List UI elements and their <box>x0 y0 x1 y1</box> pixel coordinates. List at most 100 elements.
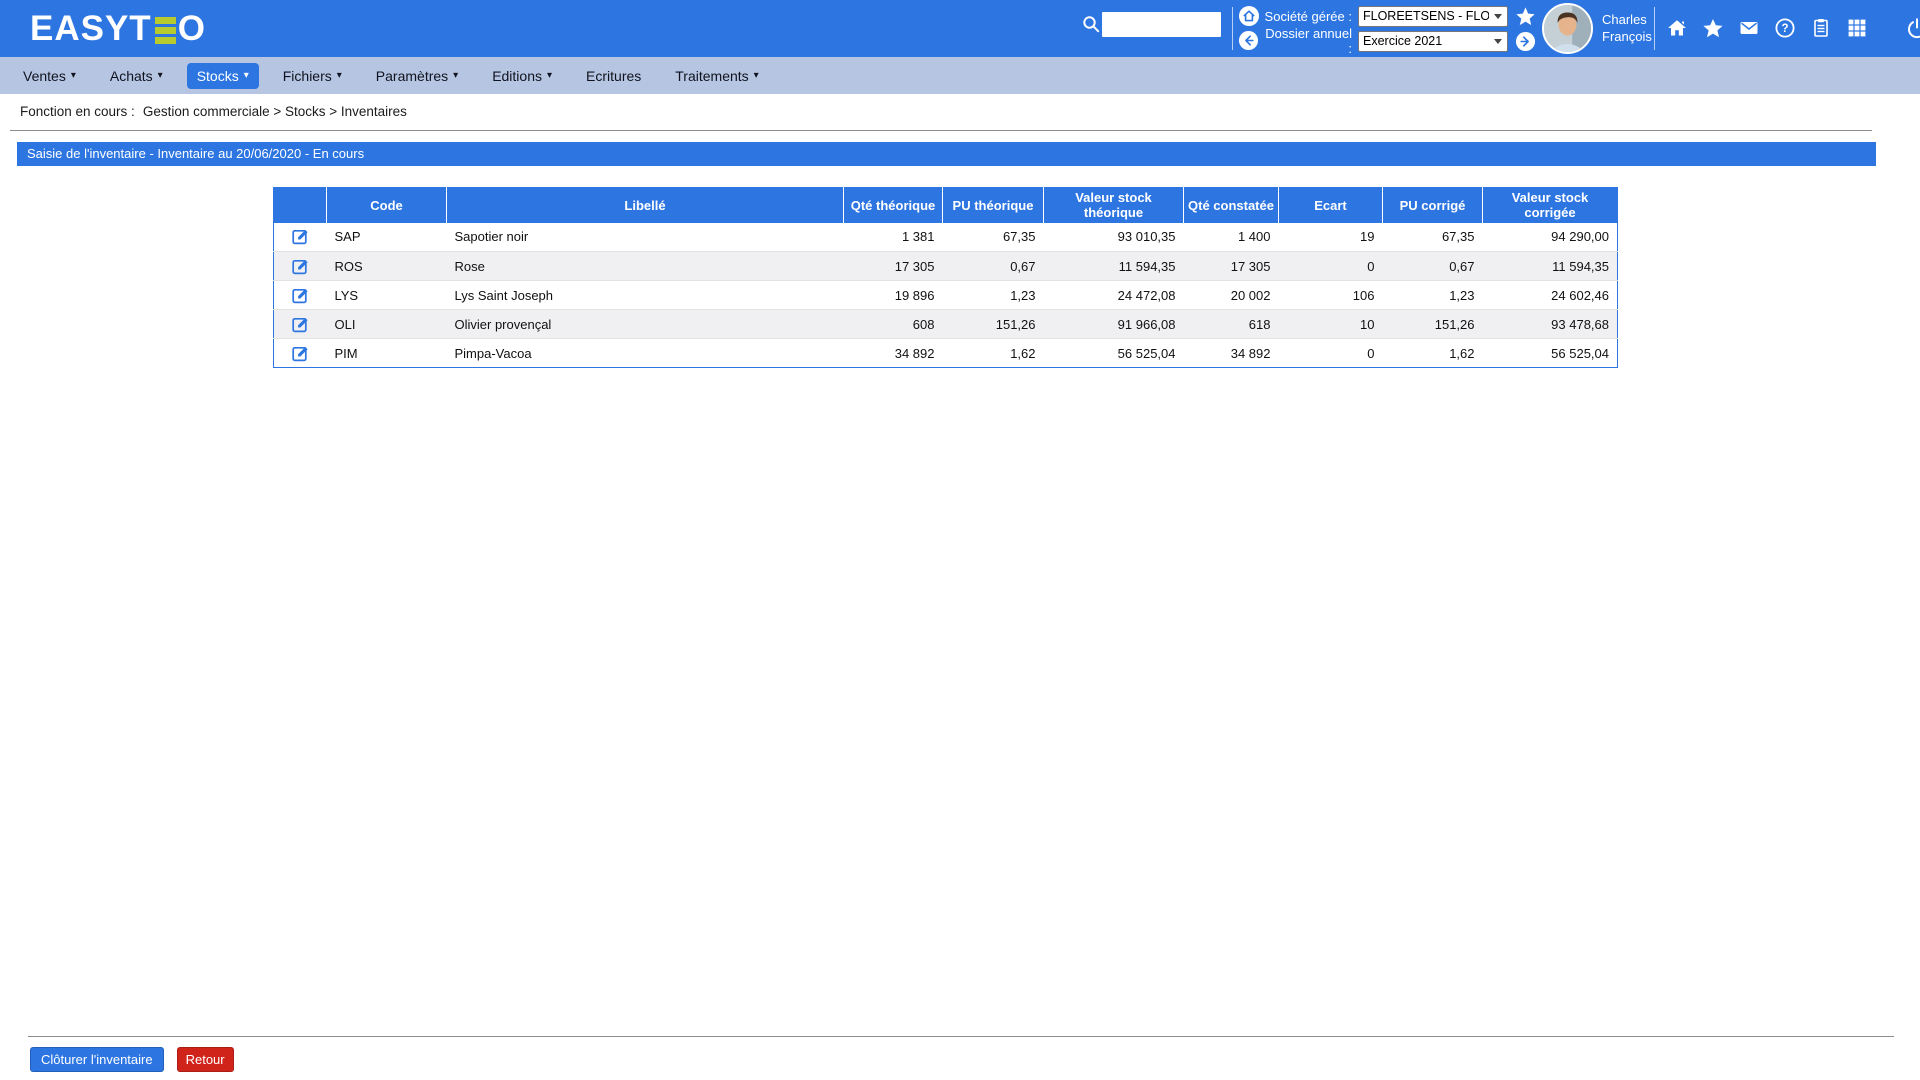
table-cell: 91 966,08 <box>1044 310 1184 339</box>
menu-item-fichiers[interactable]: Fichiers▾ <box>273 63 352 89</box>
power-icon[interactable] <box>1906 17 1920 39</box>
column-header: Valeur stock corrigée <box>1483 188 1618 223</box>
table-cell: 0,67 <box>943 252 1044 281</box>
help-icon[interactable]: ? <box>1774 17 1796 39</box>
table-cell: 34 892 <box>1184 339 1279 368</box>
breadcrumb: Fonction en cours :Gestion commerciale >… <box>20 104 407 119</box>
edit-row-icon[interactable] <box>292 345 309 362</box>
column-header: Valeur stock théorique <box>1044 188 1184 223</box>
table-cell: 10 <box>1279 310 1383 339</box>
fiscal-year-select[interactable]: Exercice 2021 <box>1358 31 1508 52</box>
table-cell: OLI <box>327 310 447 339</box>
menu-item-achats[interactable]: Achats ▾ <box>100 63 173 89</box>
back-button[interactable]: Retour <box>177 1047 234 1072</box>
home-icon[interactable] <box>1666 17 1688 39</box>
table-cell: 0 <box>1279 339 1383 368</box>
table-cell: Pimpa-Vacoa <box>447 339 844 368</box>
menu-item-editions[interactable]: Editions▾ <box>482 63 562 89</box>
table-cell: 1,23 <box>1383 281 1483 310</box>
previous-year-icon[interactable] <box>1238 30 1260 52</box>
global-search-input[interactable] <box>1102 12 1221 37</box>
svg-text:?: ? <box>1781 23 1788 35</box>
row-edit-cell <box>274 252 327 281</box>
table-cell: Olivier provençal <box>447 310 844 339</box>
menu-item-label: Achats <box>110 68 153 84</box>
column-header <box>274 188 327 223</box>
apps-grid-icon[interactable] <box>1846 17 1868 39</box>
table-cell: 19 896 <box>844 281 943 310</box>
inventory-table-wrap: CodeLibelléQté théoriquePU théoriqueVale… <box>273 187 1618 368</box>
column-header: PU théorique <box>943 188 1044 223</box>
edit-row-icon[interactable] <box>292 258 309 275</box>
table-cell: 93 478,68 <box>1483 310 1618 339</box>
user-avatar[interactable] <box>1542 3 1593 54</box>
footer-divider <box>28 1036 1894 1037</box>
table-cell: 0,67 <box>1383 252 1483 281</box>
star-icon[interactable] <box>1702 17 1724 39</box>
table-cell: 17 305 <box>1184 252 1279 281</box>
company-row: Société gérée : FLOREETSENS - FLOR <box>1238 4 1536 28</box>
table-cell: 56 525,04 <box>1483 339 1618 368</box>
column-header: Qté constatée <box>1184 188 1279 223</box>
table-row: PIMPimpa-Vacoa34 8921,6256 525,0434 8920… <box>274 339 1618 368</box>
table-cell: 67,35 <box>1383 223 1483 252</box>
menu-item-paramètres[interactable]: Paramètres▾ <box>366 63 468 89</box>
header-row: CodeLibelléQté théoriquePU théoriqueVale… <box>274 188 1618 223</box>
menu-item-traitements[interactable]: Traitements▾ <box>665 63 768 89</box>
table-cell: 1 381 <box>844 223 943 252</box>
search-icon <box>1082 15 1100 38</box>
chevron-down-icon: ▾ <box>71 71 76 81</box>
app-window: EASYT O Société gérée : FLOREETSENS - FL… <box>0 0 1920 1080</box>
next-year-icon[interactable] <box>1515 31 1536 52</box>
edit-row-icon[interactable] <box>292 316 309 333</box>
menu-item-ventes[interactable]: Ventes▾ <box>13 63 86 89</box>
menu-item-label: Ecritures <box>586 68 641 84</box>
mail-icon[interactable] <box>1738 17 1760 39</box>
edit-row-icon[interactable] <box>292 287 309 304</box>
app-logo[interactable]: EASYT O <box>30 9 206 49</box>
fiscal-year-label: Dossier annuel : <box>1260 26 1352 56</box>
menu-item-stocks[interactable]: Stocks▾ <box>187 63 259 89</box>
menu-item-label: Stocks <box>197 68 239 84</box>
company-select-wrap: FLOREETSENS - FLOR <box>1358 6 1508 27</box>
row-edit-cell <box>274 339 327 368</box>
header-divider <box>1654 7 1655 50</box>
chevron-down-icon: ▾ <box>158 71 163 81</box>
user-first-name: Charles <box>1602 11 1652 28</box>
table-cell: 1 400 <box>1184 223 1279 252</box>
top-header: EASYT O Société gérée : FLOREETSENS - FL… <box>0 0 1920 57</box>
table-cell: 1,23 <box>943 281 1044 310</box>
table-cell: Sapotier noir <box>447 223 844 252</box>
table-cell: Rose <box>447 252 844 281</box>
table-cell: 0 <box>1279 252 1383 281</box>
company-select[interactable]: FLOREETSENS - FLOR <box>1358 6 1508 27</box>
header-divider <box>1232 7 1233 50</box>
quick-icons: ? <box>1666 17 1920 39</box>
chevron-down-icon: ▾ <box>337 71 342 81</box>
close-inventory-button[interactable]: Clôturer l'inventaire <box>30 1047 164 1072</box>
notes-icon[interactable] <box>1810 17 1832 39</box>
column-header: Qté théorique <box>844 188 943 223</box>
table-cell: 151,26 <box>1383 310 1483 339</box>
inventory-table: CodeLibelléQté théoriquePU théoriqueVale… <box>273 187 1618 368</box>
user-last-name: François <box>1602 28 1652 45</box>
user-name[interactable]: Charles François <box>1602 11 1652 45</box>
company-home-icon[interactable] <box>1238 5 1260 27</box>
favorite-star-icon[interactable] <box>1515 6 1536 27</box>
table-cell: 34 892 <box>844 339 943 368</box>
company-label: Société gérée : <box>1260 9 1352 24</box>
menu-item-ecritures[interactable]: Ecritures <box>576 63 651 89</box>
edit-row-icon[interactable] <box>292 228 309 245</box>
row-edit-cell <box>274 223 327 252</box>
row-edit-cell <box>274 310 327 339</box>
inventory-table-head: CodeLibelléQté théoriquePU théoriqueVale… <box>274 188 1618 223</box>
table-row: ROSRose17 3050,6711 594,3517 30500,6711 … <box>274 252 1618 281</box>
table-row: OLIOlivier provençal608151,2691 966,0861… <box>274 310 1618 339</box>
table-cell: 1,62 <box>943 339 1044 368</box>
breadcrumb-path: Gestion commerciale > Stocks > Inventair… <box>143 104 407 119</box>
table-cell: 1,62 <box>1383 339 1483 368</box>
menu-item-label: Traitements <box>675 68 748 84</box>
chevron-down-icon: ▾ <box>547 71 552 81</box>
table-cell: 11 594,35 <box>1044 252 1184 281</box>
logo-text-right: O <box>178 9 206 49</box>
